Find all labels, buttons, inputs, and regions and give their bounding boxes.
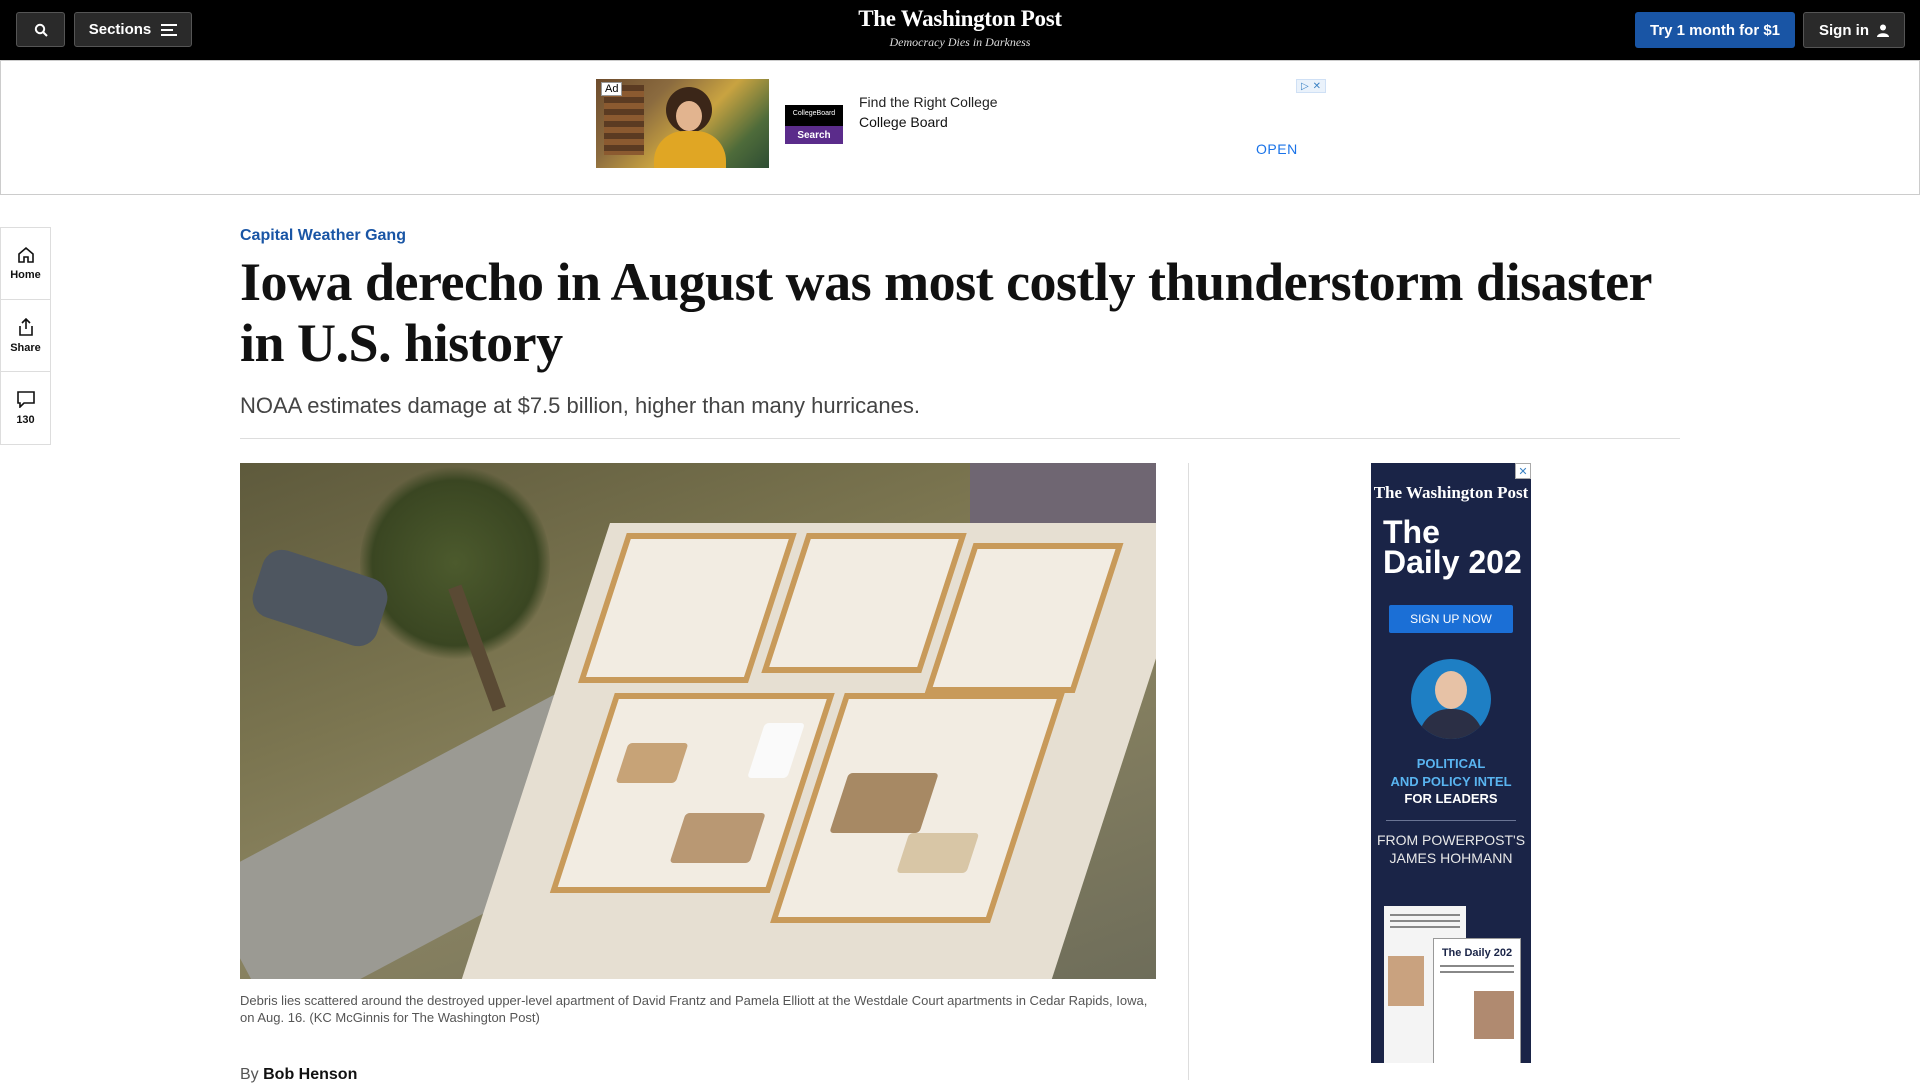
sidebar-ad-close[interactable]: ✕ bbox=[1515, 463, 1531, 479]
photo-room bbox=[761, 533, 967, 673]
rail-home-label: Home bbox=[10, 269, 41, 281]
logo[interactable]: The Washington Post bbox=[810, 6, 1110, 32]
thumb-text-line bbox=[1390, 920, 1460, 922]
masthead[interactable]: The Washington Post Democracy Dies in Da… bbox=[810, 6, 1110, 50]
comment-icon bbox=[16, 390, 35, 408]
sign-up-button[interactable]: SIGN UP NOW bbox=[1389, 605, 1513, 633]
rail-home[interactable]: Home bbox=[1, 228, 50, 300]
comment-count: 130 bbox=[16, 413, 35, 426]
section-kicker[interactable]: Capital Weather Gang bbox=[240, 227, 406, 245]
close-icon: ✕ bbox=[1518, 465, 1528, 478]
left-rail: Home Share 130 bbox=[0, 227, 51, 445]
rail-share[interactable]: Share bbox=[1, 300, 50, 372]
ad-title[interactable]: Find the Right College bbox=[859, 94, 998, 110]
photo-debris bbox=[669, 813, 766, 863]
ad-brand[interactable]: College Board bbox=[859, 114, 948, 130]
subscribe-button[interactable]: Try 1 month for $1 bbox=[1635, 12, 1795, 48]
byline: By Bob Henson bbox=[240, 1066, 357, 1084]
sign-in-button[interactable]: Sign in bbox=[1803, 12, 1905, 48]
photo-tree bbox=[360, 463, 550, 663]
author-avatar bbox=[1411, 659, 1491, 739]
lead-photo[interactable] bbox=[240, 463, 1156, 979]
tagline: Democracy Dies in Darkness bbox=[889, 35, 1031, 49]
sign-in-label: Sign in bbox=[1819, 21, 1869, 39]
pol-line2: AND POLICY INTEL bbox=[1390, 774, 1512, 789]
sidebar-ad-political: POLITICAL AND POLICY INTEL bbox=[1371, 755, 1531, 791]
avatar-suit bbox=[1419, 709, 1483, 739]
photo-caption: Debris lies scattered around the destroy… bbox=[240, 993, 1148, 1025]
thumb-text-line bbox=[1440, 965, 1514, 967]
newsletter-thumbnail: The Daily 202 bbox=[1433, 938, 1521, 1063]
home-icon bbox=[17, 246, 34, 263]
cb-search-button[interactable]: Search bbox=[785, 126, 843, 144]
thumb-photo bbox=[1388, 956, 1424, 1006]
ad-open-link[interactable]: OPEN bbox=[1256, 141, 1298, 157]
rail-comments[interactable]: 130 bbox=[1, 372, 50, 444]
sidebar-ad-from: FROM POWERPOST'S JAMES HOHMANN bbox=[1371, 831, 1531, 867]
close-icon: ✕ bbox=[1312, 80, 1322, 92]
person-sweater bbox=[654, 131, 726, 168]
sidebar-ad-title-line2: Daily 202 bbox=[1383, 544, 1522, 580]
sidebar-ad[interactable]: The Washington Post The Daily 202 SIGN U… bbox=[1371, 463, 1531, 1063]
avatar-head bbox=[1435, 671, 1467, 709]
top-nav: Sections The Washington Post Democracy D… bbox=[0, 0, 1920, 60]
adchoices-icon: ▷ bbox=[1300, 80, 1309, 92]
author-link[interactable]: Bob Henson bbox=[263, 1066, 357, 1083]
column-divider bbox=[1188, 463, 1189, 1080]
thumb-text-line bbox=[1390, 926, 1460, 928]
thumb-text-line bbox=[1390, 914, 1460, 916]
user-icon bbox=[1877, 24, 1889, 37]
thumb-text-line bbox=[1440, 971, 1514, 973]
search-icon bbox=[34, 23, 48, 37]
person-face bbox=[676, 101, 702, 131]
sidebar-ad-title-line1: The bbox=[1383, 514, 1440, 550]
photo-room bbox=[578, 533, 797, 683]
thumb-title: The Daily 202 bbox=[1441, 947, 1513, 959]
divider bbox=[240, 438, 1680, 439]
photo-roof bbox=[970, 463, 1156, 523]
rail-share-label: Share bbox=[10, 341, 41, 354]
pol-line1: POLITICAL bbox=[1416, 756, 1486, 771]
banner-ad[interactable]: Ad CollegeBoard Search Find the Right Co… bbox=[0, 60, 1920, 195]
headline: Iowa derecho in August was most costly t… bbox=[240, 252, 1652, 373]
thumb-photo bbox=[1474, 991, 1514, 1039]
sidebar-ad-leaders: FOR LEADERS bbox=[1404, 791, 1498, 806]
cb-logo-text: CollegeBoard bbox=[792, 110, 836, 117]
sections-button[interactable]: Sections bbox=[74, 12, 192, 47]
byline-prefix: By bbox=[240, 1066, 259, 1083]
sections-label: Sections bbox=[88, 21, 152, 38]
sidebar-ad-title: The Daily 202 bbox=[1371, 514, 1531, 580]
ad-label: Ad bbox=[601, 82, 623, 96]
sidebar-ad-logo: The Washington Post bbox=[1373, 483, 1529, 502]
menu-icon bbox=[161, 23, 178, 36]
from-line1: FROM POWERPOST'S bbox=[1376, 832, 1526, 848]
subheadline: NOAA estimates damage at $7.5 billion, h… bbox=[240, 393, 920, 418]
photo-debris bbox=[896, 833, 980, 873]
sidebar-ad-rule bbox=[1386, 820, 1516, 821]
college-board-logo[interactable]: CollegeBoard Search bbox=[785, 105, 843, 144]
share-icon bbox=[18, 317, 33, 336]
ad-close-button[interactable]: ▷ ✕ bbox=[1296, 79, 1326, 93]
search-button[interactable] bbox=[16, 12, 65, 47]
from-line2: JAMES HOHMANN bbox=[1389, 850, 1513, 866]
